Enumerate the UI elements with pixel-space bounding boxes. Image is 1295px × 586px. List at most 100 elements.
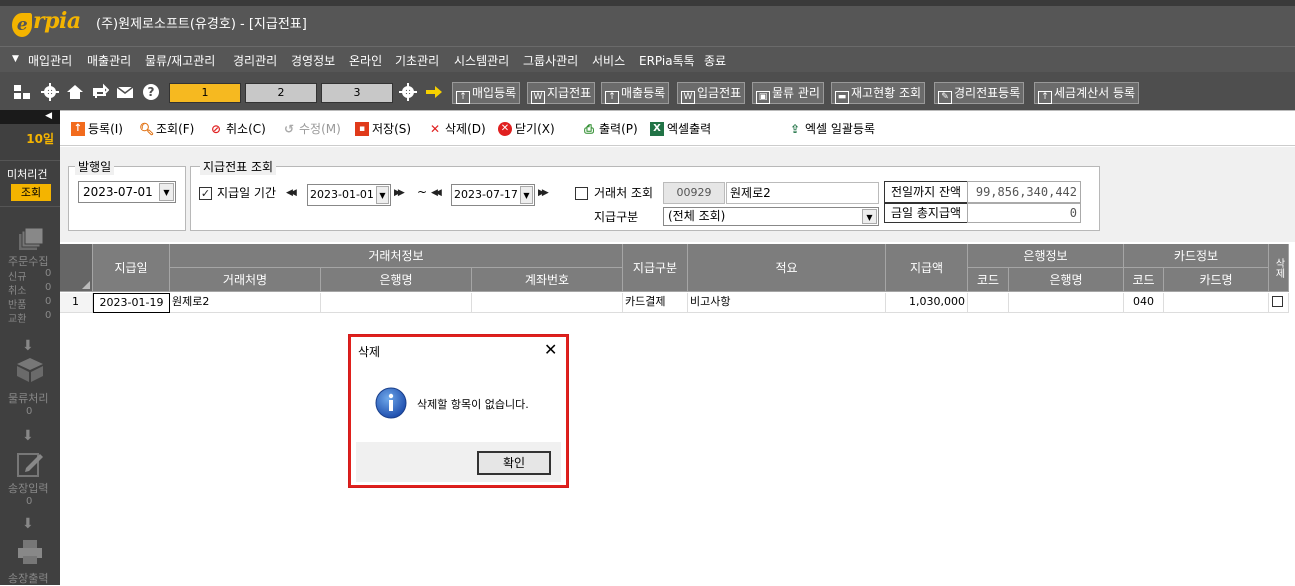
invoice-input-icon[interactable] — [16, 450, 44, 481]
close-button[interactable]: ✕ 닫기(X) — [498, 120, 555, 137]
quick-tax-invoice-button[interactable]: ↑ 세금계산서 등록 — [1034, 82, 1140, 104]
collapse-left-icon[interactable]: ◀ — [45, 111, 52, 121]
pay-type-combo[interactable]: (전체 조회) ▼ — [663, 207, 879, 226]
cell-account[interactable] — [472, 293, 623, 313]
period-checkbox[interactable]: ✓ — [199, 187, 212, 200]
cell-bank[interactable] — [321, 293, 472, 313]
settings-icon[interactable] — [40, 82, 60, 102]
header-pay-type[interactable]: 지급구분 — [623, 244, 688, 292]
order-collect-icon[interactable] — [17, 227, 44, 255]
date-to-combo[interactable]: 2023-07-17 ▼ — [451, 184, 535, 206]
document-icon: W — [531, 91, 545, 104]
menu-sales[interactable]: 매출관리 — [87, 52, 131, 69]
logistics-label: 물류처리 — [8, 392, 49, 405]
cell-partner[interactable]: 원제로2 — [170, 293, 321, 313]
header-memo[interactable]: 적요 — [688, 244, 886, 292]
excel-bulk-register-button[interactable]: ⇪ 엑셀 일괄등록 — [788, 120, 875, 137]
cell-delete[interactable] — [1269, 293, 1289, 313]
quick-accounting-voucher-button[interactable]: ✎ 경리전표등록 — [934, 82, 1025, 104]
header-bank-code[interactable]: 코드 — [968, 268, 1009, 292]
date-from-combo[interactable]: 2023-01-01 ▼ — [307, 184, 391, 206]
menu-group[interactable]: 그룹사관리 — [523, 52, 578, 69]
partner-code-field[interactable]: 00929 — [663, 182, 725, 204]
lookup-button[interactable]: 🔍︎ 조회(F) — [139, 120, 194, 137]
next-date-icon[interactable]: ▶▶ — [538, 188, 549, 198]
chevron-down-icon[interactable]: ▼ — [376, 186, 389, 204]
menu-service[interactable]: 서비스 — [592, 52, 625, 69]
edit-button[interactable]: ↺ 수정(M) — [282, 120, 341, 137]
cell-amount[interactable]: 1,030,000 — [886, 293, 968, 313]
ok-button[interactable]: 확인 — [477, 451, 551, 475]
cancel-count: 0 — [45, 282, 52, 293]
logistics-icon[interactable] — [15, 356, 45, 385]
tab-settings-icon[interactable] — [398, 82, 418, 102]
invoice-input-label: 송장입력 — [8, 482, 49, 495]
menu-exit[interactable]: 종료 — [704, 52, 726, 69]
header-bank-name2[interactable]: 은행명 — [1009, 268, 1124, 292]
quick-sales-register-button[interactable]: ↑ 매출등록 — [601, 82, 670, 104]
save-button[interactable]: ▪ 저장(S) — [355, 120, 411, 137]
help-icon[interactable]: ? — [141, 82, 161, 102]
tab-1[interactable]: 1 — [169, 83, 241, 103]
cell-date[interactable]: 2023-01-19 — [93, 293, 170, 313]
delete-button[interactable]: ✕ 삭제(D) — [428, 120, 486, 137]
excel-export-button[interactable]: X 엑셀출력 — [650, 120, 711, 137]
network-icon[interactable] — [12, 82, 32, 102]
chevron-down-icon[interactable]: ▼ — [862, 209, 877, 224]
quick-inventory-button[interactable]: ▬ 재고현황 조회 — [831, 82, 926, 104]
cancel-button[interactable]: ⊘ 취소(C) — [209, 120, 266, 137]
quick-deposit-voucher-button[interactable]: W 입금전표 — [677, 82, 746, 104]
next-date-icon[interactable]: ▶▶ — [394, 188, 405, 198]
chevron-down-icon[interactable]: ▼ — [520, 186, 533, 204]
chevron-down-icon[interactable]: ▼ — [159, 183, 174, 201]
menu-management[interactable]: 경영정보 — [291, 52, 335, 69]
unprocessed-lookup-button[interactable]: 조회 — [11, 184, 51, 201]
menu-dropdown-icon[interactable]: ▼ — [12, 54, 19, 64]
partner-checkbox[interactable] — [575, 187, 588, 200]
quick-payment-voucher-button[interactable]: W 지급전표 — [527, 82, 596, 104]
prev-date-icon[interactable]: ◀◀ — [431, 188, 442, 198]
quick-logistics-button[interactable]: ▣ 물류 관리 — [752, 82, 824, 104]
delete-checkbox[interactable] — [1272, 296, 1283, 307]
close-icon[interactable]: ✕ — [544, 340, 557, 359]
cell-card-code[interactable]: 040 — [1124, 293, 1164, 313]
search-panel: 발행일 2023-07-01 ▼ 지급전표 조회 ✓ 지급일 기간 ◀◀ 2023… — [60, 147, 1295, 242]
header-account-no[interactable]: 계좌번호 — [472, 268, 623, 292]
menu-logistics[interactable]: 물류/재고관리 — [145, 52, 215, 69]
header-card-code[interactable]: 코드 — [1124, 268, 1164, 292]
quick-purchase-register-button[interactable]: ↑ 매입등록 — [452, 82, 521, 104]
cell-memo[interactable]: 비고사항 — [688, 293, 886, 313]
tab-3[interactable]: 3 — [321, 83, 393, 103]
menu-basic[interactable]: 기초관리 — [395, 52, 439, 69]
header-card-name[interactable]: 카드명 — [1164, 268, 1269, 292]
cell-bank-name[interactable] — [1009, 293, 1124, 313]
menu-accounting[interactable]: 경리관리 — [233, 52, 277, 69]
header-amount[interactable]: 지급액 — [886, 244, 968, 292]
refresh-icon[interactable] — [90, 82, 110, 102]
home-icon[interactable] — [65, 82, 85, 102]
partner-name-field[interactable]: 원제로2 — [726, 182, 879, 204]
printer-icon[interactable] — [16, 538, 44, 569]
cell-card-name[interactable] — [1164, 293, 1269, 313]
header-bank-name[interactable]: 은행명 — [321, 268, 472, 292]
mail-icon[interactable] — [115, 82, 135, 102]
cell-bank-code[interactable] — [968, 293, 1009, 313]
excel-upload-icon: ⇪ — [789, 121, 801, 136]
print-button[interactable]: ⎙ 출력(P) — [582, 120, 638, 137]
menu-system[interactable]: 시스템관리 — [454, 52, 509, 69]
header-date[interactable]: 지급일 — [93, 244, 170, 292]
prev-date-icon[interactable]: ◀◀ — [286, 188, 297, 198]
pay-type-label: 지급구분 — [594, 210, 639, 224]
period-label: 지급일 기간 — [217, 186, 277, 200]
header-delete[interactable]: 삭제 — [1269, 244, 1289, 292]
menu-erpia-talk[interactable]: ERPia톡톡 — [639, 52, 695, 69]
issue-date-combo[interactable]: 2023-07-01 ▼ — [78, 181, 176, 203]
issue-date-label: 발행일 — [75, 158, 115, 175]
header-partner-name[interactable]: 거래처명 — [170, 268, 321, 292]
menu-purchase[interactable]: 매입관리 — [28, 52, 72, 69]
sidebar-collapse[interactable]: ◀ — [0, 110, 60, 124]
tab-2[interactable]: 2 — [245, 83, 317, 103]
menu-online[interactable]: 온라인 — [349, 52, 382, 69]
register-button[interactable]: ↑ 등록(I) — [71, 120, 123, 137]
cell-pay-type[interactable]: 카드결제 — [623, 293, 688, 313]
